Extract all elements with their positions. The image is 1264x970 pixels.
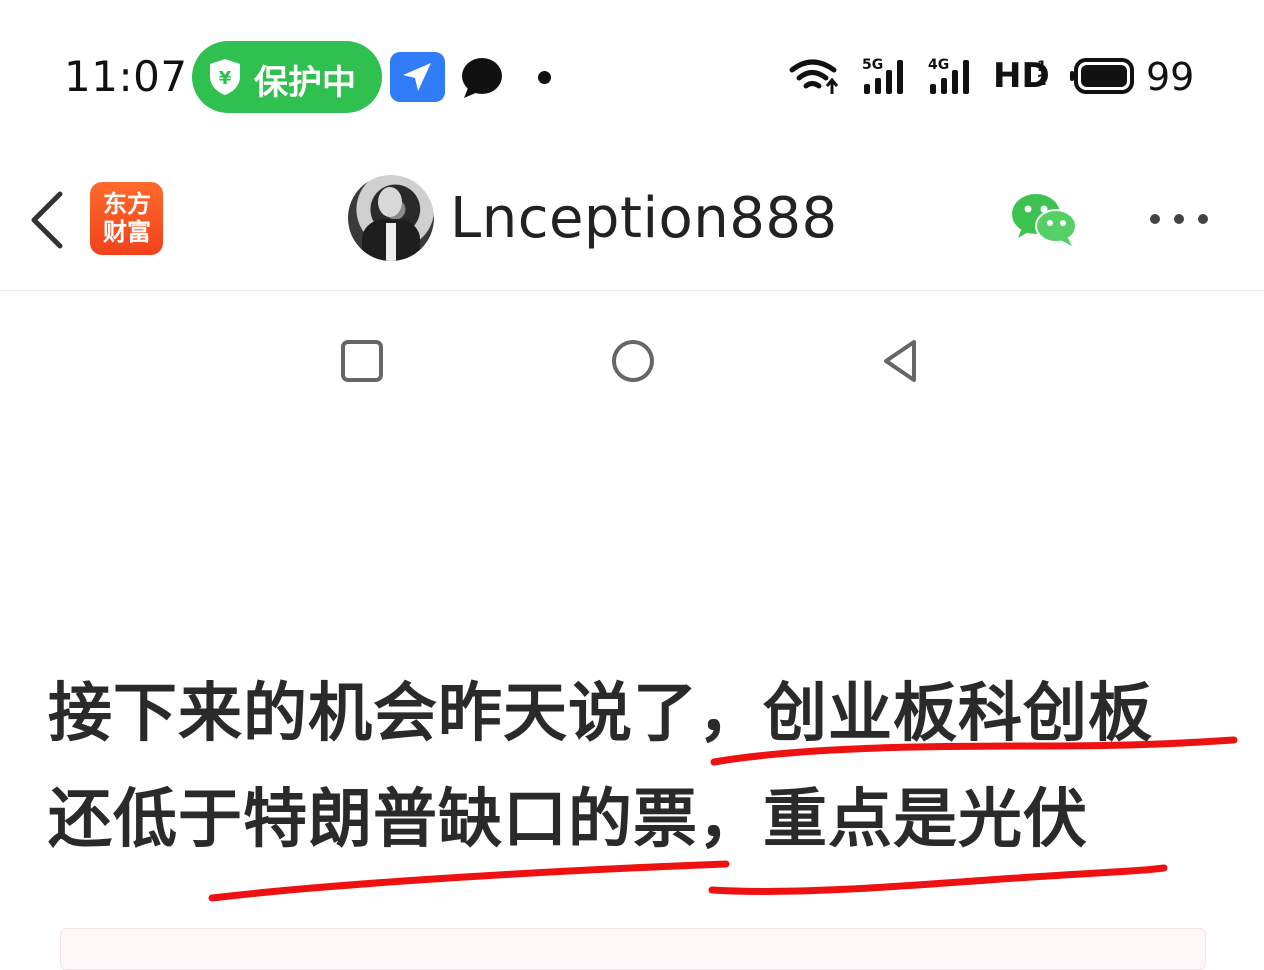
navigation-badge xyxy=(390,52,445,102)
network-4g-label: 4G xyxy=(928,57,949,73)
battery-icon xyxy=(1070,58,1134,94)
underline-mark xyxy=(208,860,730,902)
underline-marks xyxy=(208,736,1238,902)
svg-text:¥: ¥ xyxy=(219,68,232,89)
wifi-icon xyxy=(789,59,839,94)
underline-mark xyxy=(710,736,1238,766)
username[interactable]: Lnception888 xyxy=(450,186,838,251)
chat-bubble-icon xyxy=(462,58,502,98)
app-logo[interactable]: 东方 财富 xyxy=(90,182,163,255)
status-time: 11:07 xyxy=(64,52,188,101)
navigation-arrow-icon xyxy=(403,63,431,91)
top-navigation-bar: 东方 财富 Lnception888 xyxy=(0,150,1264,291)
chevron-left-icon[interactable] xyxy=(26,188,72,252)
signal-icon: 5G xyxy=(862,57,903,94)
embedded-card[interactable] xyxy=(60,928,1206,970)
more-horizontal-icon[interactable] xyxy=(1148,212,1212,226)
wechat-icon[interactable] xyxy=(1010,192,1080,248)
underline-mark xyxy=(708,864,1168,895)
back-triangle-icon xyxy=(884,340,916,382)
shield-yuan-icon: ¥ xyxy=(210,59,240,95)
recent-apps-icon xyxy=(341,340,383,382)
avatar[interactable] xyxy=(348,175,434,261)
system-nav-keys xyxy=(0,320,1264,400)
battery-percent: 99 xyxy=(1146,55,1195,99)
protection-label: 保护中 xyxy=(254,63,356,103)
signal-icon: 4G xyxy=(928,57,969,94)
dot-icon xyxy=(538,71,551,84)
home-icon xyxy=(612,340,654,382)
hd-sim-indicator: 12 xyxy=(1037,59,1047,89)
network-5g-label: 5G xyxy=(862,57,883,73)
status-bar: 11:07 ¥ 保护中 5G 4G HD 12 99 xyxy=(0,0,1264,150)
protection-pill[interactable]: ¥ 保护中 xyxy=(192,41,382,113)
